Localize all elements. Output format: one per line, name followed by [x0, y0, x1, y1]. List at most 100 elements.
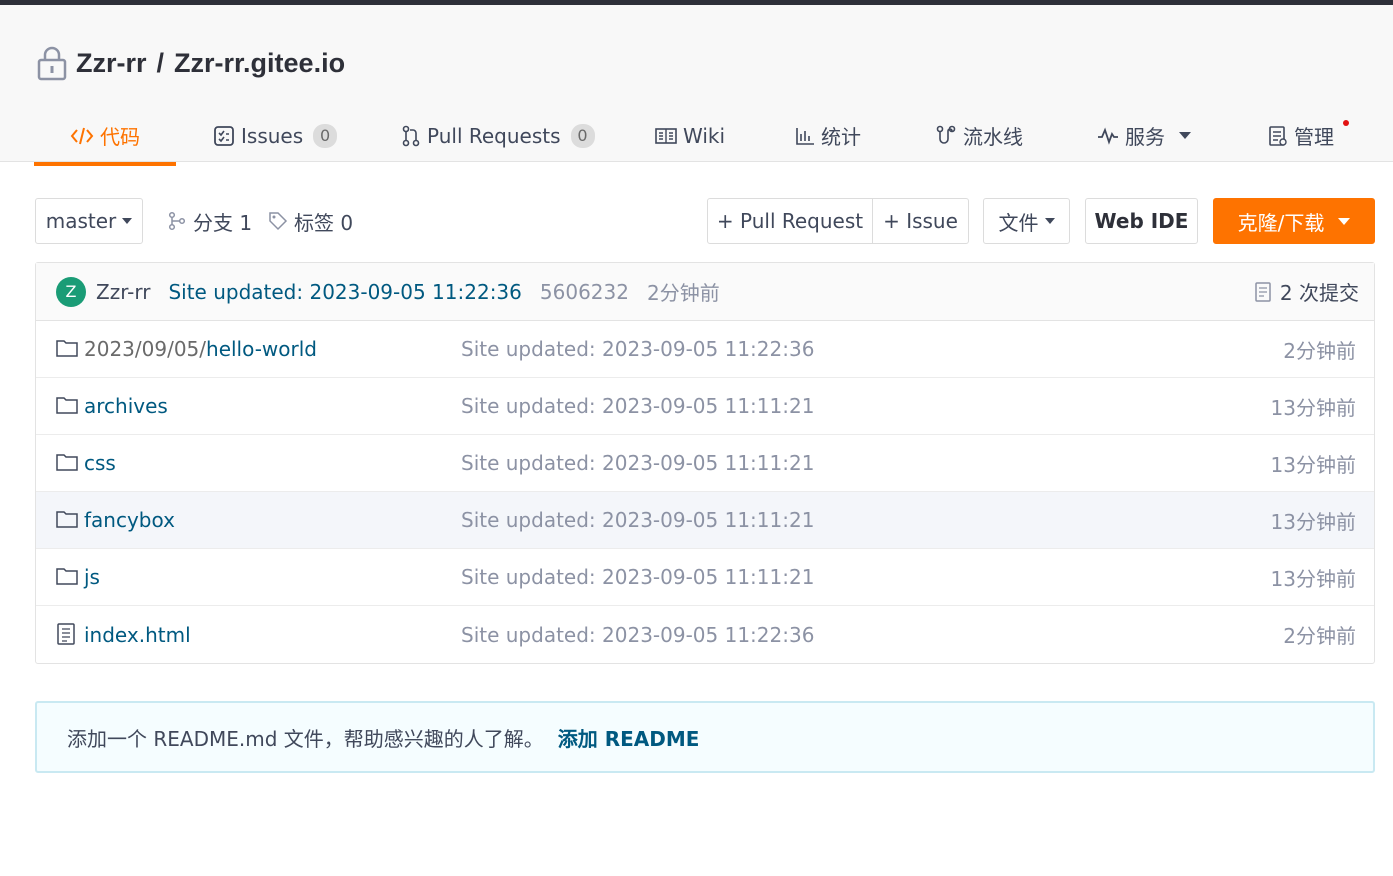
folder-icon: [56, 340, 78, 357]
service-icon: [1098, 126, 1118, 145]
tag-icon: [269, 212, 288, 231]
code-icon: [70, 127, 94, 144]
clone-download-label: 克隆/下载: [1237, 210, 1325, 235]
clone-download-button[interactable]: 克隆/下载: [1213, 198, 1375, 244]
table-row[interactable]: css Site updated: 2023-09-05 11:11:21 13…: [36, 435, 1374, 492]
tab-code[interactable]: 代码: [34, 109, 176, 166]
repo-tabs: 代码 Issues 0 Pull Requests 0 Wiki 统计 流水线 …: [34, 109, 1393, 166]
tab-label: 统计: [821, 125, 861, 149]
tab-pipeline[interactable]: 流水线: [935, 109, 1023, 162]
tab-label: 服务: [1125, 125, 1165, 149]
issues-icon: [214, 125, 234, 146]
table-row[interactable]: 2023/09/05/hello-world Site updated: 202…: [36, 321, 1374, 378]
tab-service[interactable]: 服务: [1097, 109, 1191, 162]
table-row[interactable]: archives Site updated: 2023-09-05 11:11:…: [36, 378, 1374, 435]
branch-select[interactable]: master: [35, 198, 143, 244]
avatar[interactable]: Z: [56, 276, 86, 307]
new-pull-request-button[interactable]: + Pull Request: [707, 198, 873, 244]
tab-pull-requests[interactable]: Pull Requests 0: [401, 109, 595, 162]
file-name-link[interactable]: fancybox: [84, 508, 175, 532]
folder-icon: [56, 397, 78, 414]
file-commit-message[interactable]: Site updated: 2023-09-05 11:11:21: [461, 508, 814, 532]
branch-select-label: master: [45, 209, 117, 233]
tags-link[interactable]: 标签 0: [268, 198, 353, 244]
branches-link[interactable]: 分支 1: [167, 198, 252, 244]
branch-icon: [168, 211, 186, 231]
file-menu-button[interactable]: 文件: [983, 198, 1070, 244]
repo-toolbar: master 分支 1 标签 0 + Pull Request + Issue …: [35, 198, 1375, 244]
repo-owner-link[interactable]: Zzr-rr: [76, 48, 147, 79]
folder-icon: [56, 568, 78, 585]
lock-icon: [37, 46, 67, 81]
tab-wiki[interactable]: Wiki: [655, 109, 725, 162]
tab-stats[interactable]: 统计: [795, 109, 861, 162]
repo-separator: /: [156, 47, 165, 78]
file-commit-message[interactable]: Site updated: 2023-09-05 11:11:21: [461, 394, 814, 418]
notification-dot: [1343, 120, 1349, 126]
branches-label: 分支 1: [193, 210, 253, 235]
pipeline-icon: [936, 125, 956, 144]
file-commit-time: 13分钟前: [1270, 395, 1356, 420]
commit-author[interactable]: Zzr-rr: [96, 280, 150, 304]
new-issue-button[interactable]: + Issue: [872, 198, 969, 244]
file-name: index.html: [84, 622, 191, 647]
readme-notice-text: 添加一个 README.md 文件，帮助感兴趣的人了解。: [67, 726, 544, 751]
issues-count-badge: 0: [313, 123, 338, 148]
commits-count-label: 2 次提交: [1279, 281, 1359, 305]
commits-count-link[interactable]: 2 次提交: [1254, 277, 1359, 306]
file-name-link[interactable]: 2023/09/05/hello-world: [84, 337, 317, 361]
file-commit-time: 13分钟前: [1270, 509, 1356, 534]
table-row[interactable]: fancybox Site updated: 2023-09-05 11:11:…: [36, 492, 1374, 549]
file-commit-message[interactable]: Site updated: 2023-09-05 11:11:21: [461, 565, 814, 589]
wiki-icon: [655, 127, 677, 144]
file-commit-message[interactable]: Site updated: 2023-09-05 11:11:21: [461, 451, 814, 475]
file-name: archives: [84, 394, 168, 418]
latest-commit-bar: Z Zzr-rr Site updated: 2023-09-05 11:22:…: [36, 263, 1374, 321]
file-name-link[interactable]: css: [84, 451, 116, 475]
table-row[interactable]: js Site updated: 2023-09-05 11:11:21 13分…: [36, 549, 1374, 606]
file-name: js: [84, 565, 100, 589]
file-commit-message[interactable]: Site updated: 2023-09-05 11:22:36: [461, 623, 814, 647]
new-pull-request-label: + Pull Request: [716, 209, 864, 233]
folder-icon: [56, 454, 78, 471]
tab-label: 代码: [100, 125, 140, 149]
pr-count-badge: 0: [570, 123, 595, 148]
chevron-down-icon: [122, 218, 133, 224]
repo-header: Zzr-rr / Zzr-rr.gitee.io 代码 Issues 0 Pul…: [0, 5, 1393, 166]
file-name: css: [84, 451, 116, 475]
web-ide-button[interactable]: Web IDE: [1085, 198, 1198, 244]
stats-icon: [796, 127, 814, 145]
commit-message[interactable]: Site updated: 2023-09-05 11:22:36: [168, 280, 521, 304]
manage-icon: [1269, 125, 1287, 146]
file-name-link[interactable]: js: [84, 565, 100, 589]
file-name-link[interactable]: index.html: [84, 623, 191, 647]
tab-label: 管理: [1294, 125, 1334, 149]
repo-name-link[interactable]: Zzr-rr.gitee.io: [174, 48, 345, 79]
tab-label: Issues: [241, 123, 304, 148]
chevron-down-icon: [1179, 132, 1191, 139]
file-list: Z Zzr-rr Site updated: 2023-09-05 11:22:…: [35, 262, 1375, 664]
file-commit-time: 2分钟前: [1283, 624, 1356, 648]
add-readme-link[interactable]: 添加 README: [558, 723, 700, 752]
new-issue-label: + Issue: [883, 209, 958, 233]
table-row[interactable]: index.html Site updated: 2023-09-05 11:2…: [36, 606, 1374, 663]
pull-request-icon: [402, 125, 420, 146]
file-name-link[interactable]: archives: [84, 394, 168, 418]
file-name: hello-world: [206, 337, 318, 361]
readme-notice: 添加一个 README.md 文件，帮助感兴趣的人了解。 添加 README: [35, 701, 1375, 773]
tab-issues[interactable]: Issues 0: [213, 109, 338, 162]
file-commit-message[interactable]: Site updated: 2023-09-05 11:22:36: [461, 337, 814, 361]
file-commit-time: 13分钟前: [1270, 566, 1356, 591]
commit-history-icon: [1255, 281, 1271, 302]
chevron-down-icon: [1338, 217, 1351, 225]
chevron-down-icon: [1044, 218, 1055, 224]
tab-manage[interactable]: 管理: [1268, 109, 1334, 162]
commit-hash[interactable]: 5606232: [540, 280, 629, 304]
web-ide-label: Web IDE: [1094, 209, 1189, 233]
file-commit-time: 13分钟前: [1270, 452, 1356, 477]
tab-label: Wiki: [683, 123, 726, 148]
commit-time: 2分钟前: [646, 281, 720, 305]
folder-icon: [56, 511, 78, 528]
repo-title: Zzr-rr / Zzr-rr.gitee.io: [36, 45, 345, 81]
tab-label: Pull Requests: [427, 123, 561, 148]
